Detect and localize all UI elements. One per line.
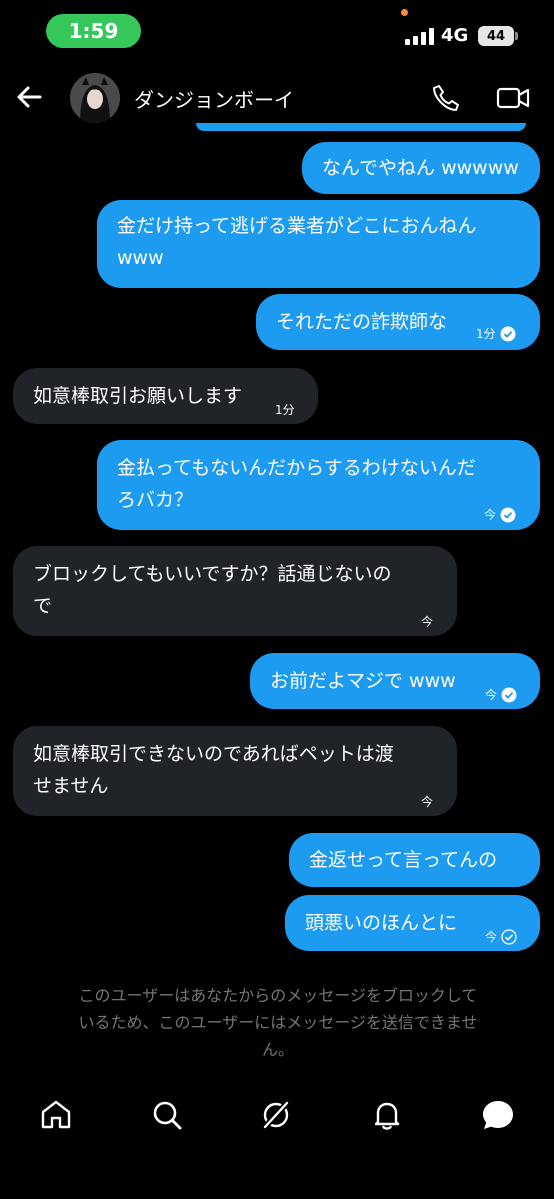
avatar[interactable]: [70, 73, 120, 123]
outgoing-message[interactable]: 金だけ持って逃げる業者がどこにおんねん www: [97, 200, 540, 288]
incoming-message[interactable]: 如意棒取引お願いします 1分: [13, 368, 318, 424]
message-text: せません: [33, 775, 109, 797]
message-meta: 今: [485, 921, 517, 953]
message-meta: 今: [421, 786, 433, 818]
message-time: 1分: [476, 327, 496, 341]
battery-icon: 44: [478, 26, 514, 46]
message-text: なんでやねん wwwww: [322, 157, 519, 179]
outgoing-message[interactable]: お前だよマジで www 今: [250, 653, 540, 709]
message-text: ブロックしてもいいですか？話通じないの: [33, 563, 392, 585]
message-time: 1分: [275, 403, 295, 417]
grok-icon[interactable]: [259, 1098, 293, 1132]
video-call-icon[interactable]: [496, 84, 530, 112]
previous-message-edge: [196, 123, 526, 131]
dm-conversation-screen: 1:59 4G 44 ダンジョンボーイ なんでやねん wwwww 金だけ持って逃…: [0, 0, 554, 1199]
notice-line: このユーザーはあなたからのメッセージをブロックして: [78, 986, 478, 1005]
mic-indicator-dot: [401, 9, 408, 16]
message-meta: 今: [421, 606, 433, 638]
home-icon[interactable]: [39, 1098, 73, 1132]
outgoing-message[interactable]: 金返せって言ってんの: [289, 833, 540, 887]
message-meta: 今: [484, 499, 516, 531]
message-text: 如意棒取引できないのであればペットは渡: [33, 743, 394, 765]
outgoing-message[interactable]: それただの詐欺師な 1分: [256, 294, 540, 350]
avatar-image: [70, 73, 120, 123]
read-check-icon: [500, 326, 516, 342]
messages-icon[interactable]: [481, 1098, 515, 1132]
message-time: 今: [421, 795, 434, 809]
read-check-icon: [501, 687, 517, 703]
network-type: 4G: [441, 25, 469, 46]
message-meta: 1分: [476, 318, 516, 350]
battery-tip: [515, 32, 518, 40]
incoming-message[interactable]: ブロックしてもいいですか？話通じないの で 今: [13, 546, 457, 636]
search-icon[interactable]: [150, 1098, 184, 1132]
sent-check-icon: [501, 929, 517, 945]
phone-icon[interactable]: [430, 82, 462, 114]
blocked-notice: このユーザーはあなたからのメッセージをブロックして いるため、このユーザーにはメ…: [28, 982, 528, 1063]
message-time: 今: [421, 615, 434, 629]
contact-name[interactable]: ダンジョンボーイ: [134, 84, 294, 113]
read-check-icon: [500, 507, 516, 523]
back-arrow-icon[interactable]: [12, 80, 46, 114]
message-meta: 今: [485, 679, 517, 711]
outgoing-message[interactable]: なんでやねん wwwww: [302, 142, 540, 194]
notifications-icon[interactable]: [370, 1098, 404, 1132]
message-text: 金返せって言ってんの: [309, 849, 498, 871]
incoming-message[interactable]: 如意棒取引できないのであればペットは渡 せません 今: [13, 726, 457, 816]
message-text: 金だけ持って逃げる業者がどこにおんねん: [117, 215, 477, 237]
message-text: 金払ってもないんだからするわけないんだ: [117, 457, 476, 479]
message-text: ろバカ？: [117, 489, 194, 511]
outgoing-message[interactable]: 金払ってもないんだからするわけないんだ ろバカ？ 今: [97, 440, 540, 530]
message-text: www: [117, 247, 164, 269]
notice-line: いるため、このユーザーにはメッセージを送信できませ: [78, 1013, 478, 1032]
message-text: で: [33, 595, 53, 617]
message-time: 今: [485, 930, 498, 944]
message-time: 今: [484, 508, 497, 522]
outgoing-message[interactable]: 頭悪いのほんとに 今: [285, 895, 540, 951]
message-meta: 1分: [275, 394, 295, 426]
status-time: 1:59: [46, 14, 141, 48]
battery-level: 44: [486, 28, 506, 44]
signal-icon: [405, 28, 435, 45]
message-time: 今: [485, 688, 498, 702]
notice-line: ん。: [261, 1040, 294, 1059]
